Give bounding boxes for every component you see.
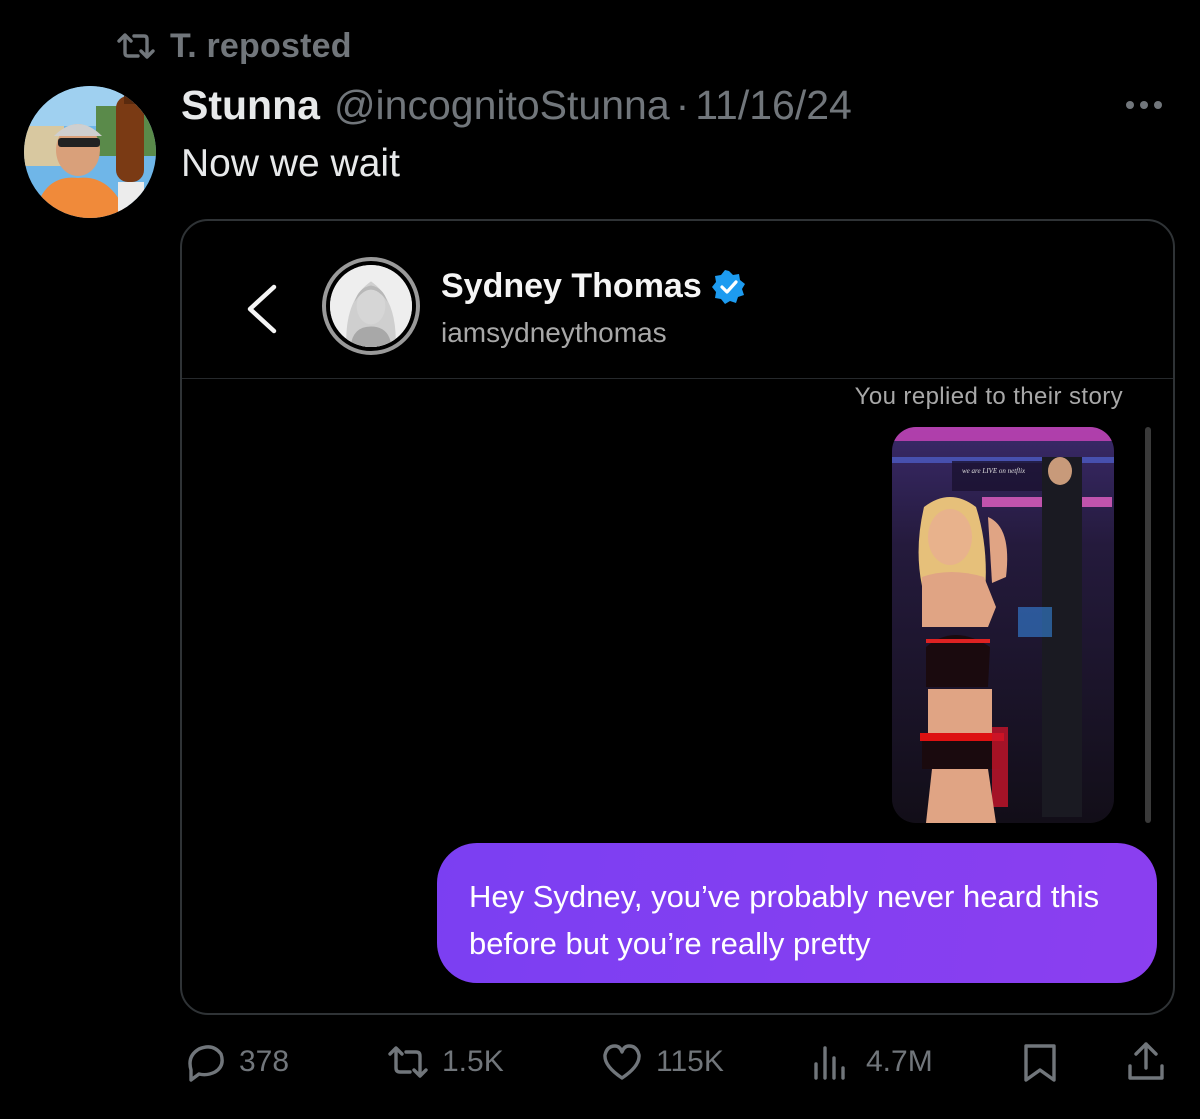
dm-name-text: Sydney Thomas (441, 267, 702, 305)
reply-count: 378 (239, 1045, 290, 1078)
repost-button[interactable]: 1.5K (386, 1040, 504, 1084)
heart-icon (603, 1044, 641, 1080)
scrollbar[interactable] (1145, 427, 1151, 823)
like-count: 115K (656, 1045, 724, 1078)
author-avatar[interactable] (24, 86, 156, 218)
story-thumbnail: we are LIVE on netflix (892, 427, 1114, 823)
tweet-text: Now we wait (181, 142, 400, 185)
repost-label: T. reposted (170, 26, 352, 65)
dm-contact-avatar (322, 257, 420, 355)
reply-button[interactable]: 378 (183, 1040, 289, 1084)
like-button[interactable]: 115K (600, 1040, 724, 1084)
author-name[interactable]: Stunna (181, 82, 320, 129)
separator-dot: · (675, 82, 690, 128)
repost-header[interactable]: T. reposted (116, 26, 352, 66)
repost-icon (388, 1046, 428, 1078)
share-button[interactable] (1124, 1040, 1168, 1084)
tweet-date[interactable]: 11/16/24 (695, 82, 852, 129)
bookmark-button[interactable] (1018, 1040, 1062, 1084)
svg-text:we are LIVE on netflix: we are LIVE on netflix (962, 467, 1026, 475)
repost-count: 1.5K (442, 1045, 504, 1078)
verified-badge-icon (711, 269, 745, 304)
tweet-page: T. reposted Stunna @incognitoStunna · 11… (0, 0, 1200, 1119)
view-count: 4.7M (866, 1045, 933, 1078)
message-bubble: Hey Sydney, you’ve probably never heard … (437, 843, 1157, 983)
bookmark-icon (1024, 1044, 1056, 1082)
dm-header: Sydney Thomas iamsydneythomas (182, 221, 1173, 379)
embedded-screenshot[interactable]: Sydney Thomas iamsydneythomas You replie… (180, 219, 1175, 1015)
message-text: Hey Sydney, you’ve probably never heard … (469, 879, 1100, 961)
more-options-icon[interactable] (1126, 90, 1174, 120)
dm-contact-name: Sydney Thomas (441, 267, 746, 306)
author-handle[interactable]: @incognitoStunna (334, 82, 670, 129)
tweet-header: Stunna @incognitoStunna · 11/16/24 (181, 82, 852, 134)
repost-icon (117, 33, 155, 59)
views-button[interactable]: 4.7M (810, 1040, 933, 1084)
action-bar: 378 1.5K 115K 4.7M (0, 1032, 1200, 1092)
back-chevron-icon (247, 284, 277, 334)
story-reply-note: You replied to their story (854, 383, 1123, 410)
share-icon (1128, 1042, 1164, 1080)
dm-contact-username: iamsydneythomas (441, 317, 667, 348)
reply-icon (188, 1045, 224, 1082)
views-icon (814, 1046, 845, 1080)
